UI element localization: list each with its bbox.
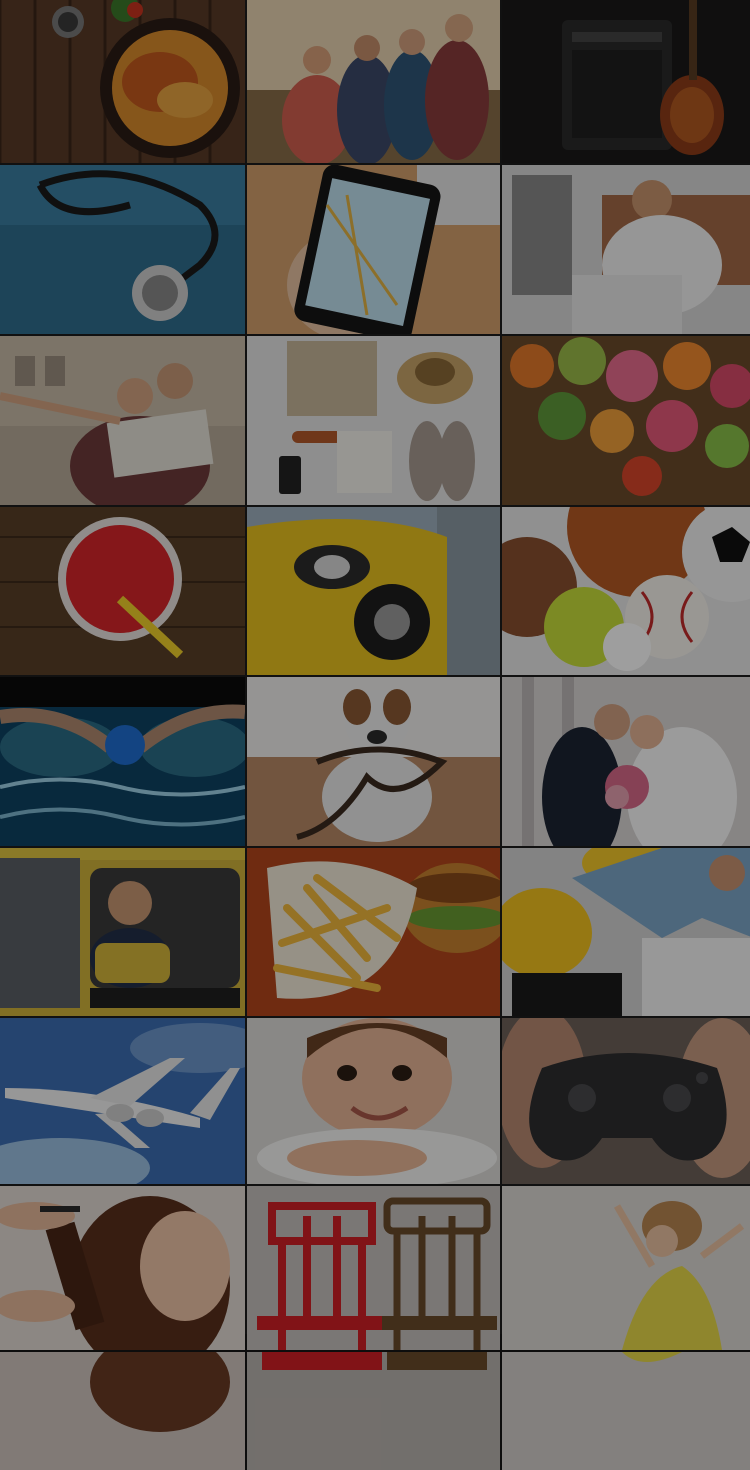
tile-taxi-driver xyxy=(0,848,245,1016)
tile-child-smile xyxy=(247,1018,500,1184)
tile-partial-left xyxy=(0,1352,245,1470)
tile-fries-burger xyxy=(247,848,500,1016)
tile-dog-leash xyxy=(247,677,500,846)
tile-red-drink xyxy=(0,507,245,675)
tile-pasta-bowl xyxy=(0,0,245,163)
tile-phone-map xyxy=(247,165,500,334)
tile-guitar-amp xyxy=(502,0,750,163)
tile-builders xyxy=(502,848,750,1016)
tile-travel-items xyxy=(247,336,500,505)
tile-yellow-car xyxy=(247,507,500,675)
tile-swimmer xyxy=(0,677,245,846)
tile-gamepad xyxy=(502,1018,750,1184)
tile-travelers-map xyxy=(0,336,245,505)
tile-man-laptop xyxy=(502,165,750,334)
tile-sport-balls xyxy=(502,507,750,675)
tile-partial-right xyxy=(502,1352,750,1470)
tile-friends-group xyxy=(247,0,500,163)
tile-partial-middle xyxy=(247,1352,500,1470)
photo-mosaic xyxy=(0,0,750,1470)
tile-flower-bouquet xyxy=(502,336,750,505)
tile-wedding-couple xyxy=(502,677,750,846)
tile-chairs xyxy=(247,1186,500,1350)
tile-airplane xyxy=(0,1018,245,1184)
tile-dancer xyxy=(502,1186,750,1350)
tile-stethoscope xyxy=(0,165,245,334)
tile-hairdresser xyxy=(0,1186,245,1350)
